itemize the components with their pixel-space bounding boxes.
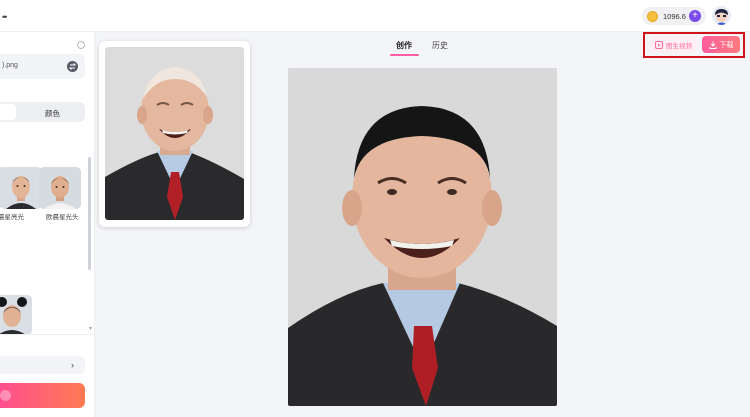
divider (0, 334, 94, 335)
original-photo (105, 47, 244, 220)
chevron-right-icon: › (71, 360, 74, 370)
segment-control: 颜色 (0, 102, 85, 122)
highlight-box (643, 32, 745, 58)
swap-icon[interactable] (67, 61, 78, 72)
original-image-card[interactable] (99, 41, 250, 227)
scroll-down-icon[interactable]: ▼ (88, 326, 93, 332)
avatar[interactable] (712, 6, 731, 25)
style-label-1: 晨星亮光 (0, 214, 24, 221)
tab-history[interactable]: 历史 (432, 40, 448, 51)
info-icon[interactable] (77, 41, 85, 49)
style-thumb-bald[interactable] (0, 167, 42, 209)
advanced-settings-row[interactable]: › (0, 356, 85, 374)
top-bar: •• 1096.6 + (0, 0, 750, 32)
segment-option-color[interactable]: 颜色 (45, 108, 60, 119)
segment-option-active[interactable] (0, 104, 16, 120)
coin-value: 1096.6 (663, 11, 686, 21)
style-scrollbar[interactable] (88, 157, 91, 270)
tab-create[interactable]: 创作 (396, 40, 412, 51)
generate-button[interactable] (0, 383, 85, 408)
generate-icon (0, 390, 11, 401)
result-photo[interactable] (288, 68, 557, 406)
coin-icon (647, 10, 658, 22)
style-thumb-buzzcut[interactable] (39, 167, 81, 209)
file-name: ).png (2, 62, 18, 69)
tab-active-indicator (390, 54, 419, 56)
add-coins-button[interactable]: + (689, 10, 701, 22)
menu-dots-icon[interactable]: •• (2, 12, 7, 22)
style-label-2: 欧晨星光头 (46, 214, 79, 221)
style-thumb-cartoon[interactable] (0, 295, 32, 335)
uploaded-file-row[interactable]: ).png (0, 54, 85, 79)
left-panel: ).png 颜色 晨星亮光 欧晨星光头 ▼ › (0, 32, 95, 417)
